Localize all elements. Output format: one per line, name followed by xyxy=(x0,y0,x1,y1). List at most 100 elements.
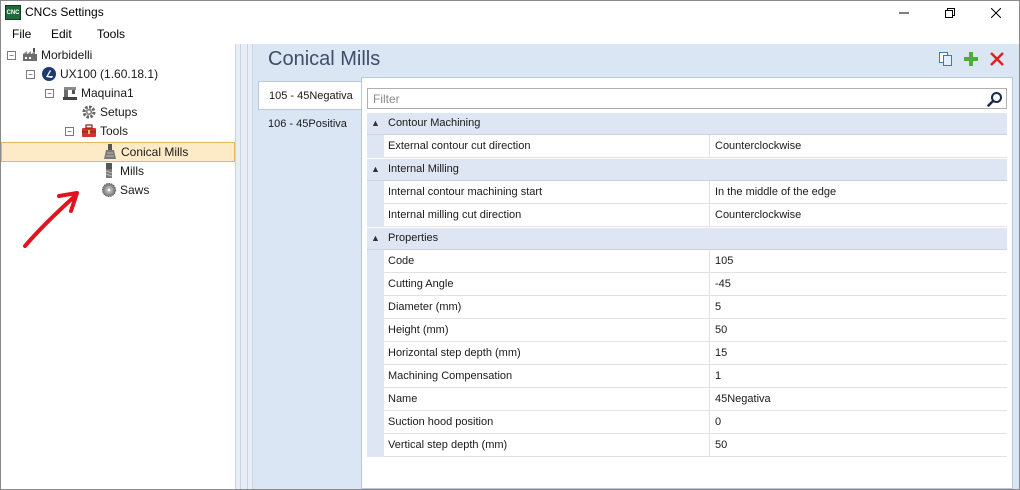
menu-tools[interactable]: Tools xyxy=(97,27,125,41)
property-row[interactable]: Machining Compensation 1 xyxy=(367,365,1007,388)
close-button[interactable] xyxy=(973,1,1019,24)
property-value[interactable]: 105 xyxy=(711,250,1007,273)
menu-file[interactable]: File xyxy=(12,27,31,41)
category-contour-machining[interactable]: ▲ Contour Machining xyxy=(367,113,1007,135)
filter-input[interactable]: Filter xyxy=(367,88,1007,109)
collapse-icon[interactable]: − xyxy=(26,70,35,79)
tree-node-ux100[interactable]: − UX100 (1.60.18.1) xyxy=(1,65,235,84)
tree-node-label: Morbidelli xyxy=(41,48,93,62)
property-name: Internal contour machining start xyxy=(384,181,710,204)
tab-106-45positiva[interactable]: 106 - 45Positiva xyxy=(258,110,361,139)
category-internal-milling[interactable]: ▲ Internal Milling xyxy=(367,159,1007,181)
app-window: CNC CNCs Settings File Edit Tools − Morb… xyxy=(0,0,1020,490)
factory-icon xyxy=(22,47,38,63)
collapse-icon[interactable]: − xyxy=(65,127,74,136)
plus-icon xyxy=(964,52,978,66)
property-value[interactable]: 50 xyxy=(711,434,1007,457)
category-label: Internal Milling xyxy=(388,163,459,175)
property-value[interactable]: Counterclockwise xyxy=(711,204,1007,227)
property-panel: Filter ▲ Contour Machining External cont… xyxy=(361,77,1013,489)
search-icon[interactable] xyxy=(987,91,1003,107)
restore-button[interactable] xyxy=(927,1,973,24)
property-name: Height (mm) xyxy=(384,319,710,342)
collapse-caret-icon[interactable]: ▲ xyxy=(371,164,380,174)
collapse-caret-icon[interactable]: ▲ xyxy=(371,233,380,243)
details-pane: Conical Mills 105 - 45Negativa 106 - 45P… xyxy=(253,44,1019,489)
category-properties[interactable]: ▲ Properties xyxy=(367,228,1007,250)
property-name: External contour cut direction xyxy=(384,135,710,158)
tree-node-label: UX100 (1.60.18.1) xyxy=(60,67,159,81)
property-value[interactable]: 50 xyxy=(711,319,1007,342)
app-logo-icon: CNC xyxy=(5,5,21,20)
property-value[interactable]: 5 xyxy=(711,296,1007,319)
collapse-caret-icon[interactable]: ▲ xyxy=(371,118,380,128)
window-title: CNCs Settings xyxy=(25,5,104,19)
property-value[interactable]: -45 xyxy=(711,273,1007,296)
property-name: Suction hood position xyxy=(384,411,710,434)
delete-button[interactable] xyxy=(988,50,1006,68)
add-button[interactable] xyxy=(962,50,980,68)
tab-105-45negativa[interactable]: 105 - 45Negativa xyxy=(258,81,361,110)
category-label: Properties xyxy=(388,232,439,244)
property-name: Horizontal step depth (mm) xyxy=(384,342,710,365)
property-name: Name xyxy=(384,388,710,411)
annotation-arrow-icon xyxy=(23,191,79,248)
property-row[interactable]: External contour cut direction Countercl… xyxy=(367,135,1007,158)
property-row[interactable]: Vertical step depth (mm) 50 xyxy=(367,434,1007,457)
tree-node-tools[interactable]: − Tools xyxy=(1,122,235,141)
restore-icon xyxy=(945,7,955,18)
mill-icon xyxy=(101,163,117,179)
property-row[interactable]: Internal contour machining start In the … xyxy=(367,181,1007,204)
property-value[interactable]: 45Negativa xyxy=(711,388,1007,411)
property-value[interactable]: 15 xyxy=(711,342,1007,365)
tree-node-label: Conical Mills xyxy=(121,145,189,159)
collapse-icon[interactable]: − xyxy=(7,51,16,60)
property-row[interactable]: Internal milling cut direction Countercl… xyxy=(367,204,1007,227)
collapse-icon[interactable]: − xyxy=(45,89,54,98)
tree-node-label: Maquina1 xyxy=(81,86,134,100)
filter-placeholder: Filter xyxy=(373,92,400,106)
property-name: Machining Compensation xyxy=(384,365,710,388)
minimize-button[interactable] xyxy=(881,1,927,24)
property-row[interactable]: Cutting Angle -45 xyxy=(367,273,1007,296)
navigation-tree: − Morbidelli − UX100 (1.60.18.1) − Maqui… xyxy=(1,44,235,489)
page-title: Conical Mills xyxy=(268,48,381,70)
property-row[interactable]: Diameter (mm) 5 xyxy=(367,296,1007,319)
machine-icon xyxy=(62,85,78,101)
panel-splitter[interactable] xyxy=(235,44,253,489)
gear-icon xyxy=(81,104,97,120)
menu-bar: File Edit Tools xyxy=(1,24,1019,44)
copy-button[interactable] xyxy=(937,50,955,68)
property-row[interactable]: Code 105 xyxy=(367,250,1007,273)
property-name: Diameter (mm) xyxy=(384,296,710,319)
tree-node-morbidelli[interactable]: − Morbidelli xyxy=(1,46,235,65)
tree-node-conical-mills[interactable]: Conical Mills xyxy=(1,142,235,162)
property-row[interactable]: Horizontal step depth (mm) 15 xyxy=(367,342,1007,365)
minimize-icon xyxy=(899,12,909,13)
property-row[interactable]: Name 45Negativa xyxy=(367,388,1007,411)
property-name: Internal milling cut direction xyxy=(384,204,710,227)
tree-node-label: Tools xyxy=(100,124,129,138)
property-name: Code xyxy=(384,250,710,273)
property-row[interactable]: Suction hood position 0 xyxy=(367,411,1007,434)
property-value[interactable]: 1 xyxy=(711,365,1007,388)
property-name: Cutting Angle xyxy=(384,273,710,296)
tool-tab-list: 105 - 45Negativa 106 - 45Positiva xyxy=(258,77,361,489)
machine-logo-icon xyxy=(41,66,57,82)
category-label: Contour Machining xyxy=(388,117,481,129)
tree-node-label: Setups xyxy=(100,105,138,119)
saw-icon xyxy=(101,182,117,198)
property-value[interactable]: In the middle of the edge xyxy=(711,181,1007,204)
tree-node-label: Saws xyxy=(120,183,150,197)
conical-mill-icon xyxy=(102,144,118,160)
delete-icon xyxy=(990,52,1004,66)
menu-edit[interactable]: Edit xyxy=(51,27,72,41)
property-value[interactable]: Counterclockwise xyxy=(711,135,1007,158)
toolbox-icon xyxy=(81,123,97,139)
property-row[interactable]: Height (mm) 50 xyxy=(367,319,1007,342)
tree-node-maquina1[interactable]: − Maquina1 xyxy=(1,84,235,103)
property-value[interactable]: 0 xyxy=(711,411,1007,434)
tree-node-mills[interactable]: Mills xyxy=(1,162,235,181)
tree-node-setups[interactable]: Setups xyxy=(1,103,235,122)
tree-node-label: Mills xyxy=(120,164,144,178)
